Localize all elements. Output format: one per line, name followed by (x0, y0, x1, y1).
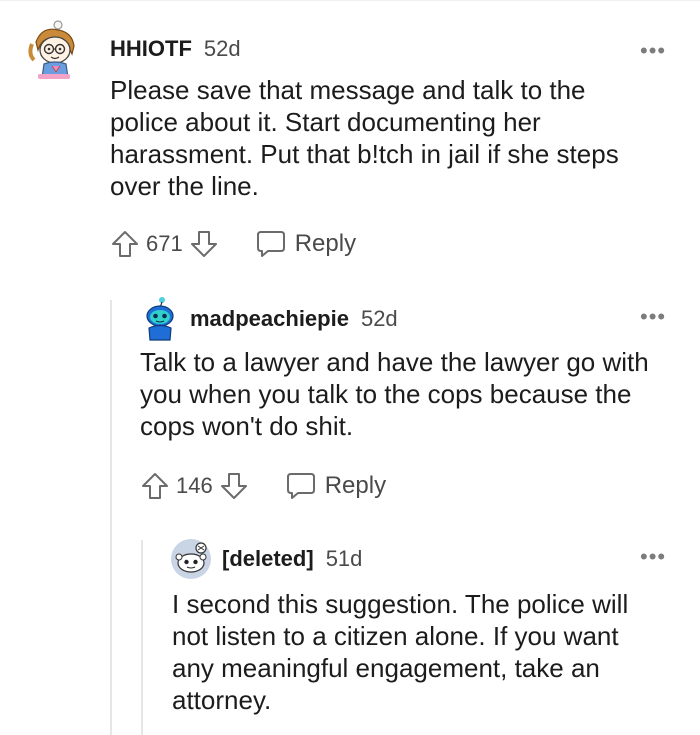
comment-meta: HHIOTF 52d (110, 36, 241, 62)
comment-age[interactable]: 52d (361, 306, 398, 332)
upvote-arrow-icon[interactable] (110, 229, 140, 259)
vote-score: 146 (176, 473, 213, 498)
blue-snoo-avatar-icon[interactable] (140, 296, 180, 342)
reply-bubble-icon (286, 473, 315, 499)
comment-age[interactable]: 52d (204, 36, 241, 62)
reply-label: Reply (324, 472, 387, 499)
comment-meta: madpeachiepie 52d (190, 306, 398, 332)
username[interactable]: [deleted] (222, 546, 314, 572)
thread-line-level-2[interactable] (110, 300, 112, 735)
top-divider (0, 0, 700, 1)
thread-line-level-3[interactable] (141, 540, 143, 735)
reply-label: Reply (294, 230, 357, 257)
default-snoo-avatar-icon[interactable] (170, 538, 212, 580)
reply-bubble-icon (256, 231, 285, 257)
comment-actions: 671 Reply (110, 228, 356, 260)
reply-button[interactable]: Reply (285, 471, 386, 501)
username[interactable]: HHIOTF (110, 36, 192, 62)
comment-body: Please save that message and talk to the… (110, 75, 619, 201)
comment-actions: 146 Reply (140, 470, 386, 502)
more-options-button[interactable]: ••• (640, 40, 666, 62)
comment-meta: [deleted] 51d (222, 546, 362, 572)
comment-body: I second this suggestion. The police wil… (172, 589, 629, 715)
upvote-arrow-icon[interactable] (140, 471, 170, 501)
comment-body: Talk to a lawyer and have the lawyer go … (140, 347, 649, 441)
cartoon-girl-avatar-icon[interactable] (22, 20, 84, 82)
comment-age[interactable]: 51d (326, 546, 363, 572)
downvote-arrow-icon[interactable] (189, 229, 219, 259)
vote-score: 671 (146, 231, 183, 256)
downvote-arrow-icon[interactable] (219, 471, 249, 501)
username[interactable]: madpeachiepie (190, 306, 349, 332)
reply-button[interactable]: Reply (255, 229, 356, 259)
more-options-button[interactable]: ••• (640, 546, 666, 568)
more-options-button[interactable]: ••• (640, 306, 666, 328)
